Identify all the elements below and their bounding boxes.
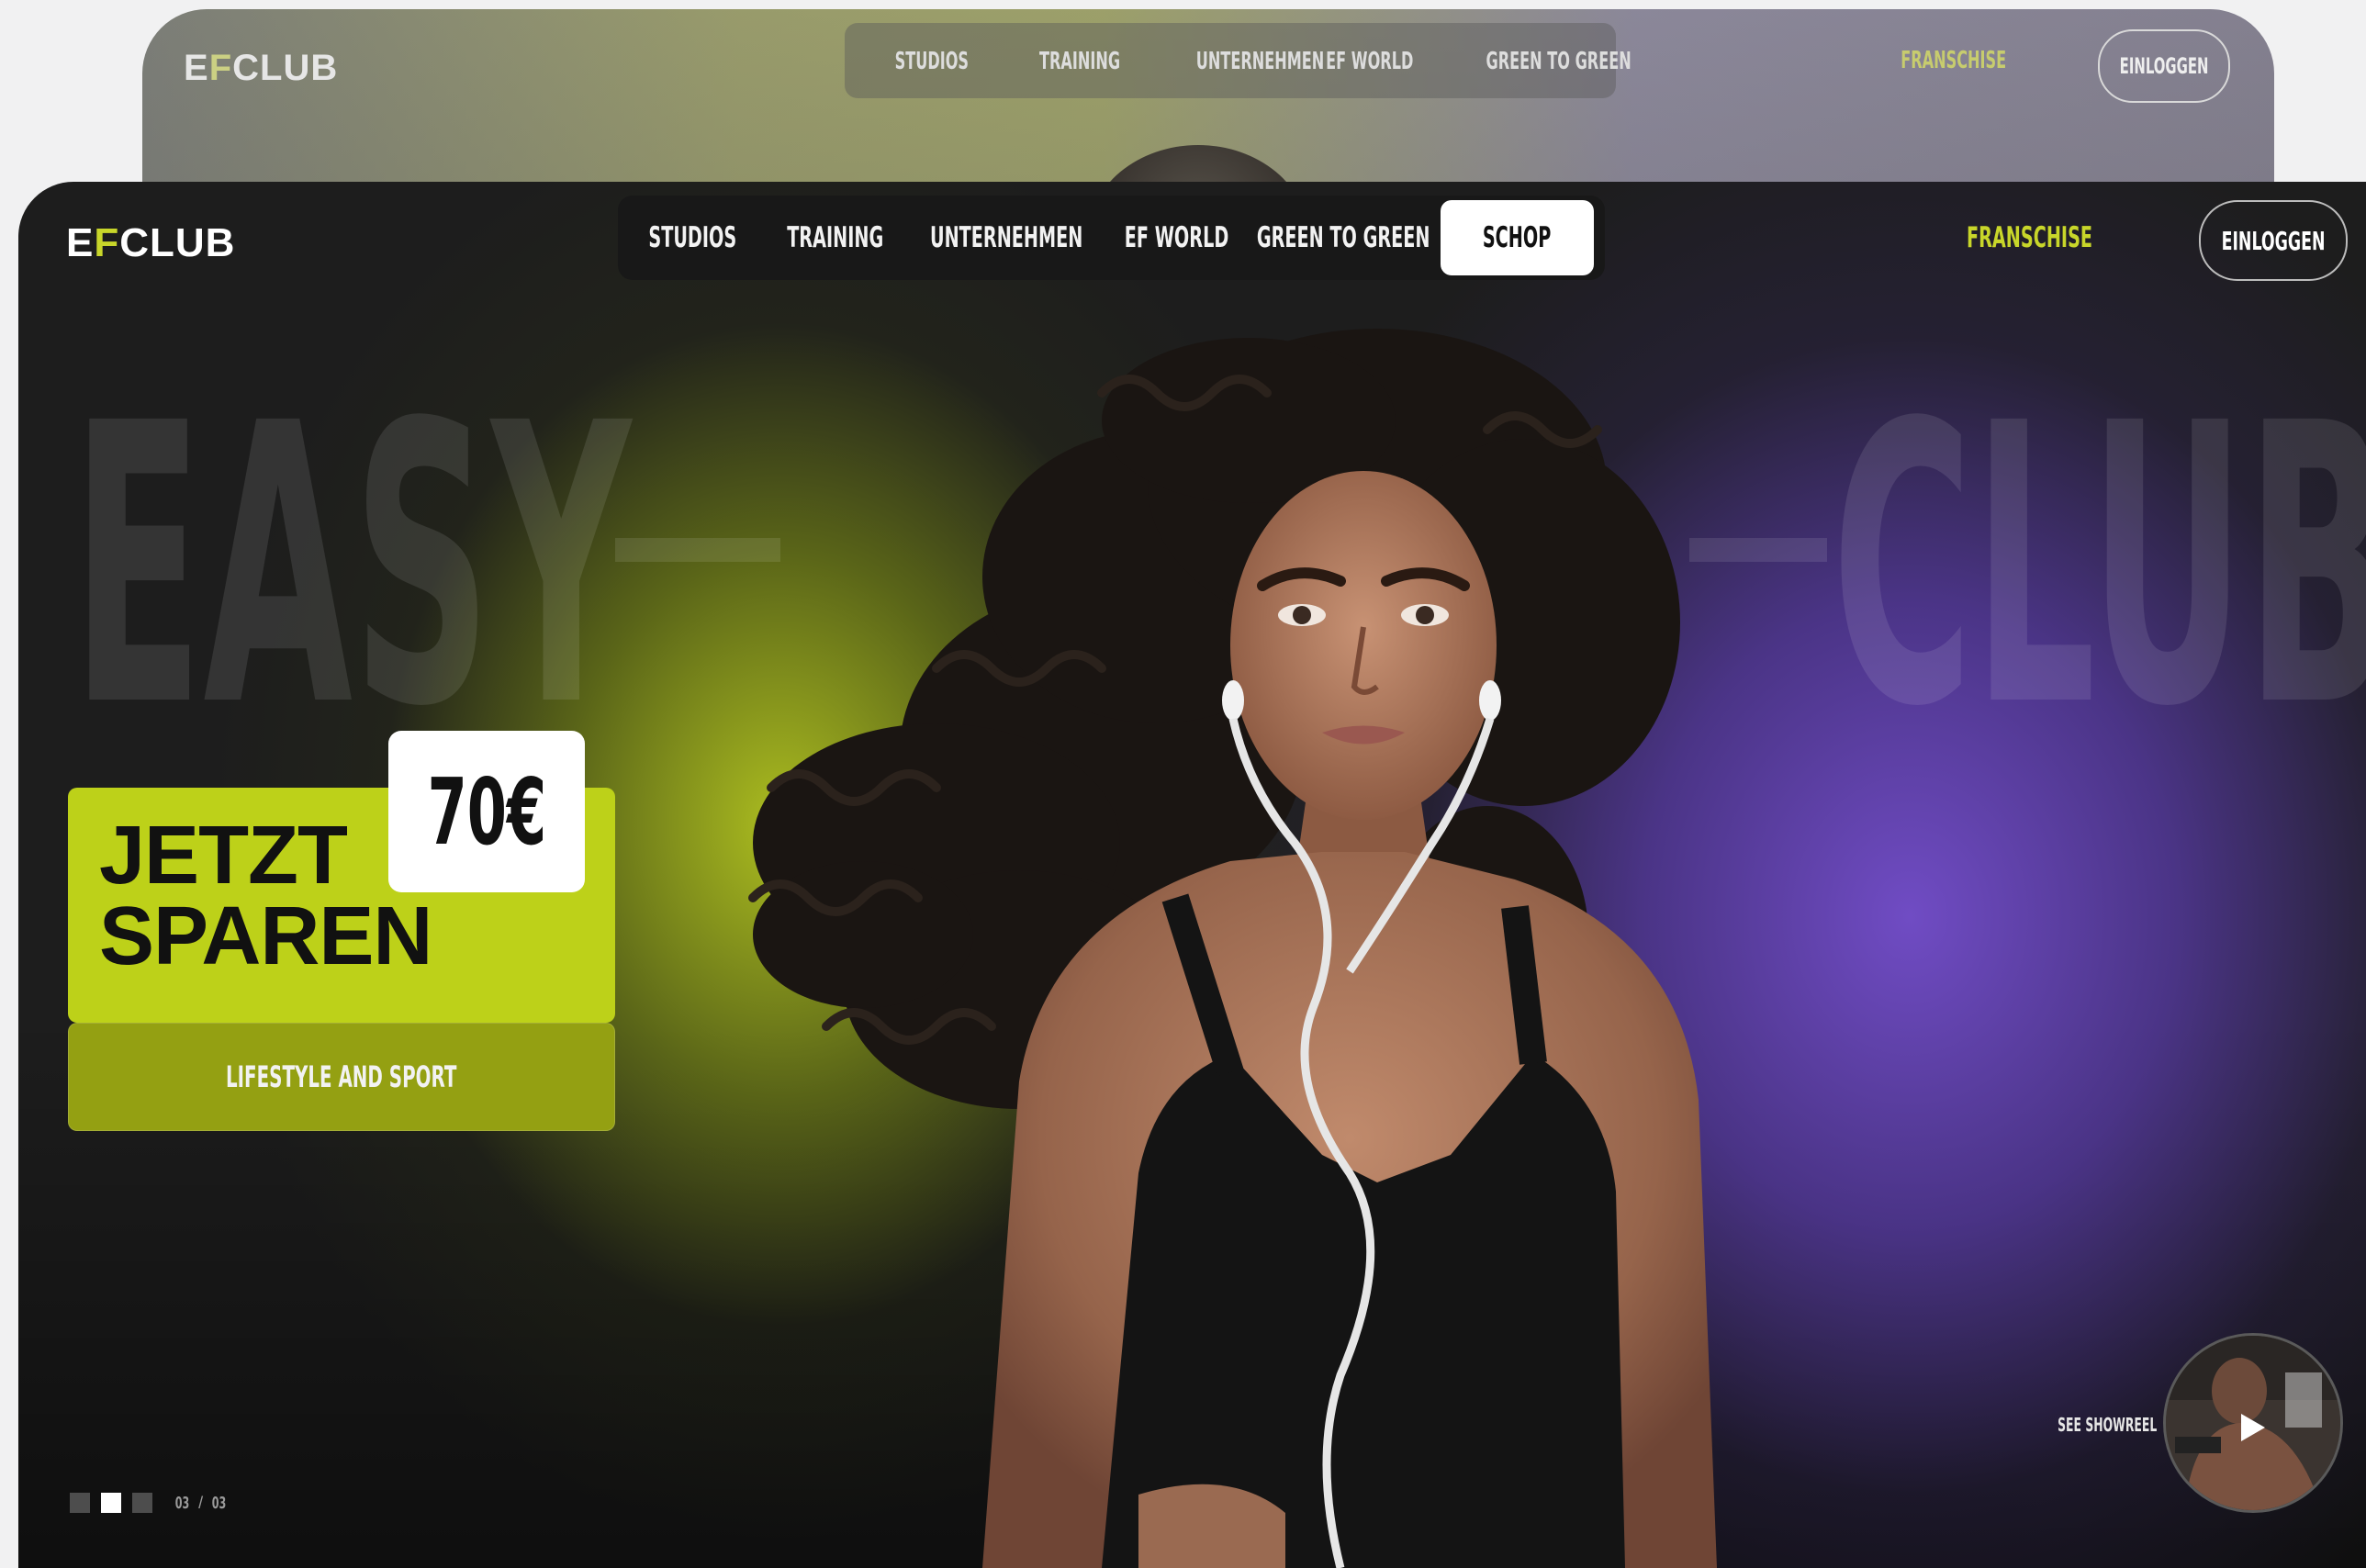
hero-bg-word-club: CLUB: [1832, 342, 2366, 791]
preview-nav: STUDIOS TRAINING UNTERNEHMEN EF WORLD GR…: [845, 23, 1632, 98]
pager-dot-2[interactable]: [101, 1493, 121, 1513]
nav-green-to-green[interactable]: GREEN TO GREEN: [1251, 200, 1435, 275]
price-badge: 70€: [388, 731, 585, 892]
lifestyle-button[interactable]: LIFESTYLE AND SPORT: [68, 1023, 615, 1131]
preview-logo-e: E: [184, 48, 209, 88]
preview-logo-club: CLUB: [232, 48, 339, 88]
nav-unternehmen[interactable]: UNTERNEHMEN: [910, 200, 1103, 275]
brand-logo-e: E: [66, 220, 95, 265]
login-button[interactable]: EINLOGGEN: [2199, 200, 2348, 281]
pager-total: 03: [211, 1493, 227, 1513]
slide-pager: 03 / 03: [70, 1493, 230, 1513]
pager-dot-1[interactable]: [70, 1493, 90, 1513]
nav-schop[interactable]: SCHOP: [1441, 200, 1594, 275]
showreel-preview-image: [2166, 1336, 2340, 1510]
pager-current: 03: [174, 1493, 190, 1513]
pager-dot-3[interactable]: [132, 1493, 152, 1513]
brand-logo-f: F: [94, 220, 120, 265]
hero-bg-word-easy: EASY: [72, 342, 632, 791]
hero-runner-image: [748, 329, 1717, 1568]
brand-logo-club: CLUB: [119, 220, 236, 265]
preview-logo: EFCLUB: [184, 48, 338, 89]
brand-logo[interactable]: EFCLUB: [66, 220, 235, 266]
nav-ef-world[interactable]: EF WORLD: [1108, 200, 1246, 275]
preview-nav-green-to-green[interactable]: GREEN TO GREEN: [1441, 47, 1632, 75]
showreel-thumbnail[interactable]: [2163, 1333, 2343, 1513]
preview-franchise-link[interactable]: FRANSCHISE: [1868, 46, 2006, 74]
franchise-link[interactable]: FRANSCHISE: [1928, 221, 2112, 254]
pager-separator: /: [198, 1493, 204, 1512]
hero-card: EASY CLUB EFCLUB STUDIOS TRAINING UNTERN…: [18, 182, 2366, 1568]
promo-line-1: JETZT: [99, 810, 348, 902]
nav-training[interactable]: TRAINING: [767, 200, 904, 275]
preview-login-button[interactable]: EINLOGGEN: [2098, 29, 2230, 103]
nav-studios[interactable]: STUDIOS: [623, 200, 761, 275]
pager-counter: 03 / 03: [171, 1494, 230, 1513]
preview-logo-f: F: [208, 48, 233, 88]
preview-nav-studios[interactable]: STUDIOS: [872, 47, 982, 75]
promo-line-2: SPAREN: [99, 890, 432, 982]
preview-nav-training[interactable]: TRAINING: [1015, 47, 1125, 75]
main-nav: STUDIOS TRAINING UNTERNEHMEN EF WORLD GR…: [618, 196, 1605, 280]
promo-headline: JETZT SPAREN: [99, 810, 432, 982]
preview-nav-unternehmen[interactable]: UNTERNEHMEN: [1157, 47, 1325, 75]
